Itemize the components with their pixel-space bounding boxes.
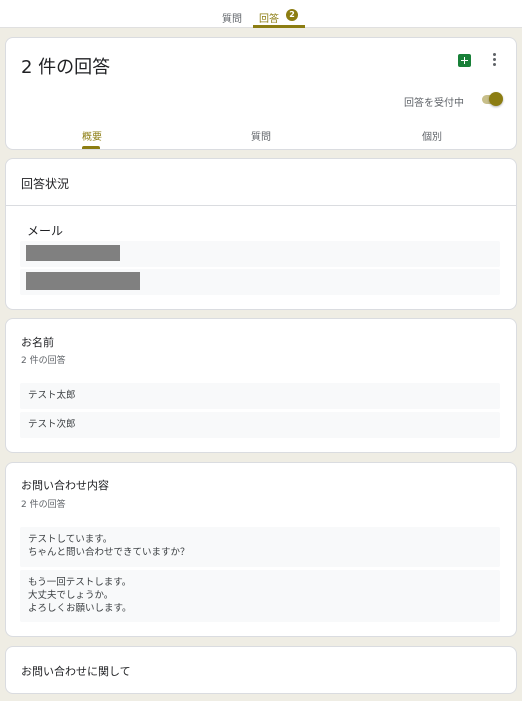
summary-card: 2 件の回答 回答を受付中 概要 質問 個別 xyxy=(5,37,517,150)
question-response-count: 2 件の回答 xyxy=(21,356,66,366)
response-count-badge: 2 xyxy=(286,9,298,21)
subtab-summary[interactable]: 概要 xyxy=(82,128,102,143)
active-tab-indicator xyxy=(253,25,305,28)
email-row xyxy=(20,269,500,295)
question-card-inquiry: お問い合わせ内容 2 件の回答 テストしています。 ちゃんと問い合わせできていま… xyxy=(5,462,517,637)
question-title: お問い合わせ内容 xyxy=(21,479,109,492)
status-card: 回答状況 メール xyxy=(5,158,517,310)
subtab-indicator xyxy=(82,146,100,149)
accepting-toggle[interactable] xyxy=(489,92,503,106)
question-title: お問い合わせに関して xyxy=(21,665,131,678)
question-card-regarding: お問い合わせに関して xyxy=(5,646,517,694)
answer-row: もう一回テストします。 大丈夫でしょうか。 よろしくお願いします。 xyxy=(20,570,500,622)
question-card-name: お名前 2 件の回答 テスト太郎 テスト次郎 xyxy=(5,318,517,453)
sheets-icon[interactable] xyxy=(458,54,471,67)
answer-row: テスト次郎 xyxy=(20,412,500,438)
subtab-individual[interactable]: 個別 xyxy=(422,128,442,143)
answer-text: テスト次郎 xyxy=(28,419,76,430)
status-title: 回答状況 xyxy=(21,177,70,191)
more-options-icon[interactable] xyxy=(492,53,498,67)
answer-row: テスト太郎 xyxy=(20,383,500,409)
answer-row: テストしています。 ちゃんと問い合わせできていますか？ xyxy=(20,527,500,567)
answer-text: テスト太郎 xyxy=(28,390,76,401)
subtab-question[interactable]: 質問 xyxy=(251,128,271,143)
answer-text: もう一回テストします。 大丈夫でしょうか。 よろしくお願いします。 xyxy=(28,577,132,614)
question-response-count: 2 件の回答 xyxy=(21,500,66,510)
redacted-email xyxy=(26,245,120,261)
answer-text: テストしています。 ちゃんと問い合わせできていますか？ xyxy=(28,534,190,558)
tab-questions[interactable]: 質問 xyxy=(222,10,242,25)
top-tab-bar: 質問 回答 2 xyxy=(0,0,522,28)
question-title: お名前 xyxy=(21,336,54,349)
redacted-email xyxy=(26,272,140,290)
email-row xyxy=(20,241,500,267)
accepting-responses-label: 回答を受付中 xyxy=(404,98,464,109)
email-label: メール xyxy=(27,224,64,238)
status-divider xyxy=(6,205,516,206)
tab-responses[interactable]: 回答 xyxy=(259,10,279,25)
response-count-title: 2 件の回答 xyxy=(21,57,111,78)
